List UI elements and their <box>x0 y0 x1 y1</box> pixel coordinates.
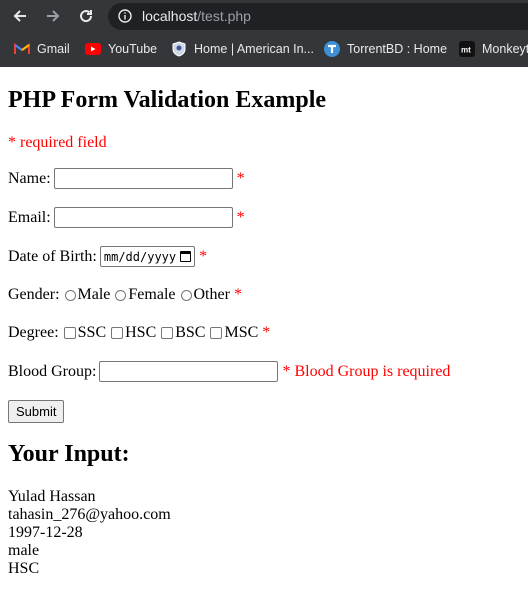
degree-required-star: * <box>262 324 271 341</box>
address-bar[interactable]: localhost/test.php <box>108 3 528 30</box>
email-row: Email: * <box>8 207 245 228</box>
email-required-star: * <box>236 208 245 226</box>
output-gender: male <box>8 542 40 559</box>
email-input[interactable] <box>53 207 233 228</box>
bookmark-youtube[interactable]: YouTube <box>85 41 157 57</box>
output-email: tahasin_276@yahoo.com <box>8 506 171 523</box>
dob-placeholder: mm/dd/yyyy <box>103 249 177 264</box>
gender-other-radio[interactable] <box>180 289 192 301</box>
back-arrow-icon <box>13 10 26 22</box>
required-note-row: * required field <box>8 134 107 152</box>
youtube-icon <box>85 41 101 57</box>
blood-input[interactable] <box>99 361 279 382</box>
output-degree: HSC <box>8 560 40 577</box>
output-name: Yulad Hassan <box>8 488 96 505</box>
gender-male-label: Male <box>77 286 111 303</box>
reload-icon <box>80 10 93 23</box>
name-required-star: * <box>236 169 245 187</box>
degree-label: Degree: <box>8 324 59 341</box>
degree-row: Degree: SSC HSC BSC MSC * <box>8 324 270 342</box>
dob-label: Date of Birth: <box>8 247 97 265</box>
degree-bsc-label: BSC <box>175 324 206 341</box>
blood-row: Blood Group: * Blood Group is required <box>8 361 450 382</box>
required-note: * required field <box>8 134 107 151</box>
bookmarks-bar: Gmail YouTube Home | American In... Torr… <box>0 33 528 67</box>
back-button[interactable] <box>10 6 30 26</box>
calendar-icon[interactable] <box>180 251 192 262</box>
output-list: Yulad Hassan tahasin_276@yahoo.com 1997-… <box>8 488 171 578</box>
degree-hsc-checkbox[interactable] <box>111 327 124 339</box>
forward-arrow-icon <box>47 10 60 22</box>
name-input[interactable] <box>53 168 233 189</box>
degree-msc-checkbox[interactable] <box>210 327 223 339</box>
bookmark-torrentbd[interactable]: TorrentBD : Home <box>324 41 447 57</box>
name-label: Name: <box>8 169 51 187</box>
gender-other-label: Other <box>193 286 230 303</box>
dob-input[interactable]: mm/dd/yyyy <box>99 246 196 267</box>
forward-button[interactable] <box>43 6 63 26</box>
monkeytype-icon: mt <box>459 41 475 57</box>
gmail-icon <box>14 41 30 57</box>
form-title: PHP Form Validation Example <box>8 87 327 113</box>
address-row: localhost/test.php <box>0 0 528 33</box>
gender-label: Gender: <box>8 286 60 303</box>
svg-text:mt: mt <box>461 46 471 55</box>
browser-chrome: localhost/test.php Gmail YouTube Home | … <box>0 0 528 67</box>
degree-hsc-label: HSC <box>125 324 157 341</box>
dob-row: Date of Birth: mm/dd/yyyy * <box>8 246 207 267</box>
name-row: Name: * <box>8 168 245 189</box>
gender-required-star: * <box>233 286 242 303</box>
dob-required-star: * <box>199 247 208 265</box>
reload-button[interactable] <box>76 6 96 26</box>
degree-msc-label: MSC <box>224 324 259 341</box>
page-content: PHP Form Validation Example <box>0 67 528 114</box>
degree-ssc-label: SSC <box>77 324 107 341</box>
gender-row: Gender: Male Female Other * <box>8 286 242 304</box>
degree-bsc-checkbox[interactable] <box>161 327 174 339</box>
degree-ssc-checkbox[interactable] <box>63 327 76 339</box>
gender-male-radio[interactable] <box>64 289 76 301</box>
blood-label: Blood Group: <box>8 362 97 380</box>
gender-female-label: Female <box>128 286 176 303</box>
gender-female-radio[interactable] <box>115 289 127 301</box>
torrentbd-icon <box>324 41 340 57</box>
shield-icon <box>171 41 187 57</box>
bookmark-gmail[interactable]: Gmail <box>14 41 70 57</box>
blood-error: * Blood Group is required <box>282 362 451 380</box>
submit-button[interactable]: Submit <box>8 400 65 423</box>
bookmark-american[interactable]: Home | American In... <box>171 41 314 57</box>
email-label: Email: <box>8 208 51 226</box>
url-text: localhost/test.php <box>142 8 251 24</box>
output-title: Your Input: <box>8 441 130 467</box>
bookmark-monkeytype[interactable]: mt Monkeyt <box>459 41 528 57</box>
output-dob: 1997-12-28 <box>8 524 83 541</box>
info-icon[interactable] <box>118 9 132 28</box>
